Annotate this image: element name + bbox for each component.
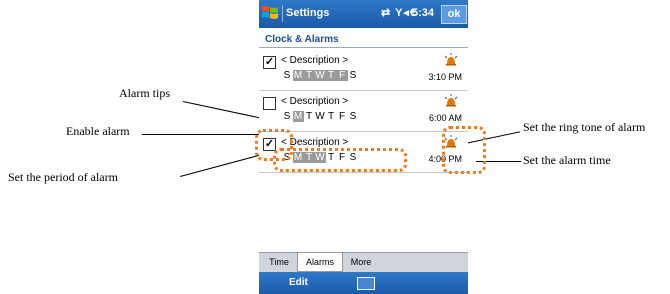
day-toggle[interactable]: M (293, 111, 304, 122)
day-toggle[interactable]: S (348, 70, 359, 81)
enable-alarm-checkbox[interactable] (263, 97, 276, 110)
annotation-enable-alarm: Enable alarm (66, 124, 130, 138)
tab-alarms[interactable]: Alarms (297, 253, 343, 272)
ok-button[interactable]: ok (441, 5, 467, 24)
day-toggle[interactable]: F (337, 70, 348, 81)
alarm-bell-icon[interactable] (444, 53, 458, 67)
day-toggle[interactable]: T (304, 111, 315, 122)
page-title: Clock & Alarms (265, 34, 339, 45)
edit-softkey[interactable]: Edit (289, 277, 308, 288)
pocket-pc-screen: Settings ⇄ Y◂€ 5:34 ok Clock & Alarms ✓ … (255, 0, 486, 294)
alarm-days: SMTWTFS (282, 70, 359, 81)
alarm-description[interactable]: < Description > (281, 55, 348, 66)
alarm-days: SMTWTFS (282, 111, 359, 122)
day-toggle[interactable]: F (337, 111, 348, 122)
alarm-bell-icon[interactable] (444, 94, 458, 108)
start-menu-icon[interactable] (261, 4, 279, 22)
day-toggle[interactable]: T (326, 70, 337, 81)
app-title: Settings (286, 7, 330, 19)
menu-bar: Edit (259, 272, 468, 294)
annotation-set-alarm-time: Set the alarm time (523, 153, 611, 167)
day-toggle[interactable]: S (282, 70, 293, 81)
tab-strip: Time Alarms More (259, 252, 468, 273)
day-toggle[interactable]: S (282, 111, 293, 122)
day-toggle[interactable]: T (304, 70, 315, 81)
day-toggle[interactable]: S (348, 111, 359, 122)
alarm-row[interactable]: < Description > SMTWTFS 6:00 AM (259, 91, 468, 132)
alarm-description[interactable]: < Description > (281, 96, 348, 107)
day-toggle[interactable]: M (293, 70, 304, 81)
annotation-alarm-tips: Alarm tips (119, 86, 170, 100)
keyboard-icon[interactable] (357, 277, 375, 290)
alarm-time[interactable]: 6:00 AM (429, 113, 462, 123)
day-toggle[interactable]: W (315, 70, 326, 81)
title-bar: Settings ⇄ Y◂€ 5:34 ok (259, 0, 468, 28)
tab-more[interactable]: More (343, 253, 379, 271)
leader-line-set-period (180, 152, 268, 177)
tab-time[interactable]: Time (261, 253, 297, 271)
title-separator (282, 5, 283, 22)
leader-line-enable-alarm (142, 134, 264, 135)
section-divider (259, 47, 468, 48)
annotation-set-period: Set the period of alarm (8, 170, 118, 184)
status-clock[interactable]: 5:34 (412, 7, 434, 19)
highlight-days-ring (273, 148, 407, 172)
day-toggle[interactable]: T (326, 111, 337, 122)
highlight-bell-time-ring (442, 126, 486, 174)
alarm-row[interactable]: ✓ < Description > SMTWTFS 3:10 PM (259, 50, 468, 91)
enable-alarm-checkbox[interactable]: ✓ (263, 56, 276, 69)
alarm-time[interactable]: 3:10 PM (428, 72, 462, 82)
annotation-set-ring-tone: Set the ring tone of alarm (523, 120, 646, 134)
day-toggle[interactable]: W (315, 111, 326, 122)
